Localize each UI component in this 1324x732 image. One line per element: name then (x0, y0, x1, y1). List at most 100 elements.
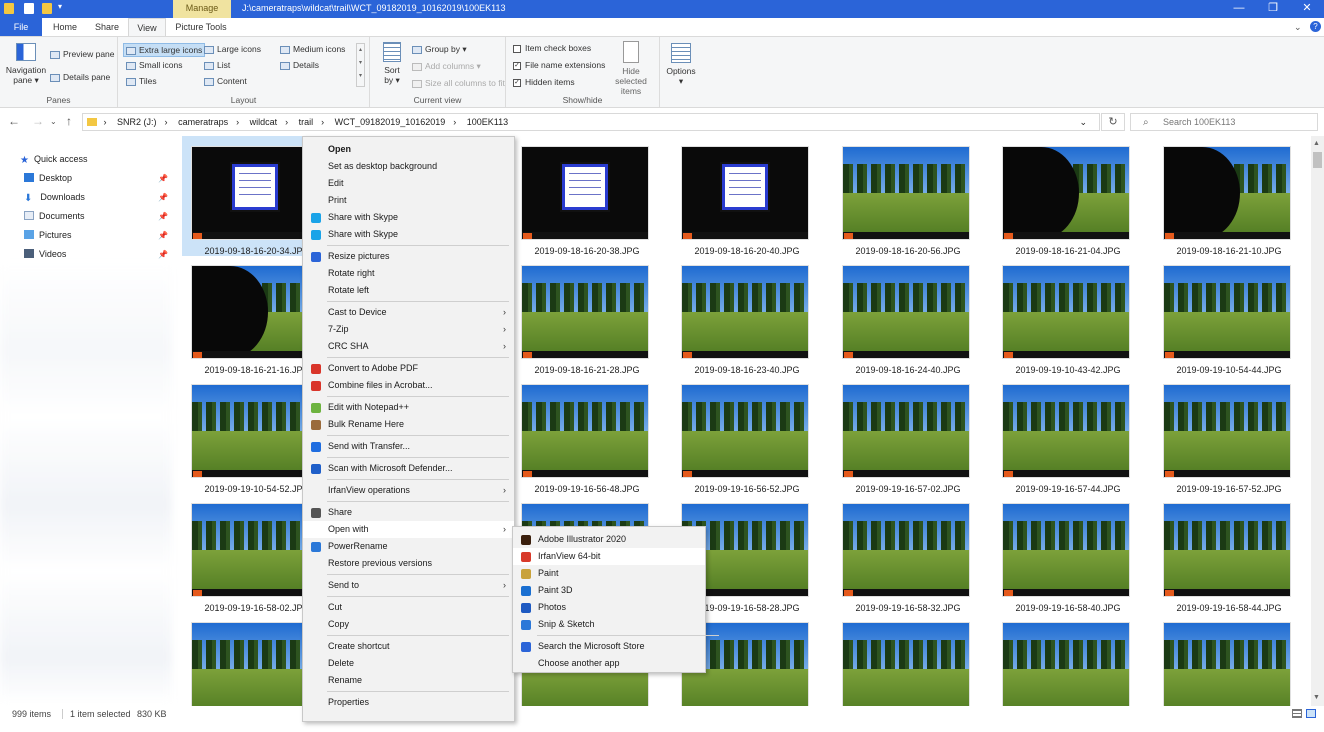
tiles-option[interactable]: Tiles (126, 76, 157, 86)
file-tile[interactable]: 2019-09-19-16-56-52.JPG (672, 374, 822, 494)
address-dropdown-icon[interactable]: ⌄ (1079, 114, 1087, 130)
group-by-button[interactable]: Group by ▾ (412, 44, 467, 55)
close-button[interactable]: ✕ (1290, 0, 1324, 18)
scroll-up-icon[interactable]: ▲ (1313, 140, 1320, 147)
menu-item-7-zip[interactable]: 7-Zip › (303, 321, 514, 338)
tab-share[interactable]: Share (86, 18, 128, 36)
small-icons-option[interactable]: Small icons (126, 60, 182, 70)
hide-selected-items-button[interactable]: Hide selected items (606, 41, 656, 96)
file-tile[interactable]: 2019-09-19-16-58-32.JPG (833, 493, 983, 613)
file-tile[interactable]: 2019-09-18-16-20-56.JPG (833, 136, 983, 256)
sidebar-item-desktop[interactable]: Desktop (24, 173, 72, 183)
sidebar-quick-access[interactable]: ★ Quick access (20, 154, 88, 166)
menu-item-convert-to-adobe-pdf[interactable]: Convert to Adobe PDF (303, 360, 514, 377)
file-tile[interactable]: 2019-09-18-16-21-28.JPG (512, 255, 662, 375)
options-button[interactable]: Options ▾ (666, 43, 696, 86)
scroll-down-icon[interactable]: ▼ (1313, 694, 1320, 701)
sidebar-item-downloads[interactable]: ⬇ Downloads (24, 192, 85, 204)
menu-item-print[interactable]: Print (303, 192, 514, 209)
menu-item-scan-with-microsoft-defender[interactable]: Scan with Microsoft Defender... (303, 460, 514, 477)
file-tile[interactable]: 2019-09-19-16-57-02.JPG (833, 374, 983, 494)
file-tile[interactable]: 2019-09-19-10-54-44.JPG (1154, 255, 1304, 375)
file-tile[interactable]: 2019-09-18-16-20-40.JPG (672, 136, 822, 256)
menu-item-search-the-microsoft-store[interactable]: Search the Microsoft Store (513, 638, 705, 655)
menu-item-powerrename[interactable]: PowerRename (303, 538, 514, 555)
menu-item-restore-previous-versions[interactable]: Restore previous versions (303, 555, 514, 572)
medium-icons-option[interactable]: Medium icons (280, 44, 345, 54)
menu-item-rotate-right[interactable]: Rotate right (303, 265, 514, 282)
refresh-button[interactable]: ↻ (1101, 113, 1125, 131)
menu-item-bulk-rename-here[interactable]: Bulk Rename Here (303, 416, 514, 433)
file-tile[interactable]: 2019-09-19-16-57-52.JPG (1154, 374, 1304, 494)
menu-item-copy[interactable]: Copy (303, 616, 514, 633)
breadcrumb-wildcat[interactable]: wildcat (250, 117, 278, 127)
menu-item-send-to[interactable]: Send to › (303, 577, 514, 594)
file-tile[interactable]: 2019-09-18-16-23-40.JPG (672, 255, 822, 375)
menu-item-resize-pictures[interactable]: Resize pictures (303, 248, 514, 265)
menu-item-paint[interactable]: Paint (513, 565, 705, 582)
breadcrumb-snr2[interactable]: SNR2 (J:) (117, 117, 157, 127)
menu-item-delete[interactable]: Delete (303, 655, 514, 672)
hidden-items-toggle[interactable]: ✓ Hidden items (513, 77, 575, 87)
menu-item-create-shortcut[interactable]: Create shortcut (303, 638, 514, 655)
menu-item-irfanview-64-bit[interactable]: IrfanView 64-bit (513, 548, 705, 565)
large-icons-option[interactable]: Large icons (204, 44, 261, 54)
sort-by-button[interactable]: Sort by ▾ (380, 42, 404, 85)
file-tile[interactable]: 2019-09-19-16-58-40.JPG (993, 493, 1143, 613)
menu-item-rotate-left[interactable]: Rotate left (303, 282, 514, 299)
add-columns-button[interactable]: Add columns ▾ (412, 61, 481, 72)
menu-item-share[interactable]: Share (303, 504, 514, 521)
file-tile[interactable]: 2019-09-19-16-58-44.JPG (1154, 493, 1304, 613)
pin-icon[interactable]: 📌 (158, 231, 168, 240)
manage-tab[interactable]: Manage (173, 0, 231, 18)
menu-item-paint-3d[interactable]: Paint 3D (513, 582, 705, 599)
extra-large-icons-option[interactable]: Extra large icons (123, 43, 206, 57)
minimize-button[interactable]: — (1222, 0, 1256, 18)
item-check-boxes-toggle[interactable]: Item check boxes (513, 43, 591, 53)
tab-home[interactable]: Home (44, 18, 86, 36)
expand-ribbon-icon[interactable]: ⌄ (1294, 22, 1302, 33)
menu-item-open[interactable]: Open (303, 141, 514, 158)
details-option[interactable]: Details (280, 60, 319, 70)
menu-item-crc-sha[interactable]: CRC SHA › (303, 338, 514, 355)
breadcrumb-100ek113[interactable]: 100EK113 (467, 117, 508, 127)
menu-item-cut[interactable]: Cut (303, 599, 514, 616)
recent-locations-icon[interactable]: ⌄ (50, 117, 57, 126)
layout-scroll[interactable]: ▴ ▾ ▾ (356, 43, 365, 87)
file-tile[interactable]: 2019-09-18-16-21-10.JPG (1154, 136, 1304, 256)
forward-button[interactable]: → (32, 114, 44, 128)
menu-item-open-with[interactable]: Open with › (303, 521, 514, 538)
menu-item-edit[interactable]: Edit (303, 175, 514, 192)
pin-icon[interactable]: 📌 (158, 193, 168, 202)
menu-item-share-with-skype[interactable]: Share with Skype (303, 209, 514, 226)
file-tile[interactable]: 2019-09-19-16-57-44.JPG (993, 374, 1143, 494)
file-name-extensions-toggle[interactable]: ✓ File name extensions (513, 60, 605, 70)
properties-icon[interactable] (24, 3, 34, 14)
navigation-pane-button[interactable]: Navigation pane ▾ (4, 43, 48, 86)
breadcrumb-trail[interactable]: trail (299, 117, 314, 127)
menu-item-share-with-skype[interactable]: Share with Skype (303, 226, 514, 243)
menu-item-combine-files-in-acrobat[interactable]: Combine files in Acrobat... (303, 377, 514, 394)
file-tile[interactable]: 2019-09-18-16-21-04.JPG (993, 136, 1143, 256)
preview-pane-button[interactable]: Preview pane (50, 49, 115, 59)
file-tile[interactable]: 2019-09-18-16-20-38.JPG (512, 136, 662, 256)
pin-icon[interactable]: 📌 (158, 212, 168, 221)
file-tile[interactable]: 2019-09-19-10-43-42.JPG (993, 255, 1143, 375)
menu-item-send-with-transfer[interactable]: Send with Transfer... (303, 438, 514, 455)
breadcrumb-wct[interactable]: WCT_09182019_10162019 (335, 117, 446, 127)
tab-file[interactable]: File (0, 18, 42, 36)
pin-icon[interactable]: 📌 (158, 174, 168, 183)
sidebar-item-pictures[interactable]: Pictures (24, 230, 72, 240)
details-pane-button[interactable]: Details pane (50, 72, 110, 82)
menu-item-edit-with-notepad[interactable]: Edit with Notepad++ (303, 399, 514, 416)
pin-icon[interactable]: 📌 (158, 250, 168, 259)
file-tile[interactable]: 2019-09-19-16-56-48.JPG (512, 374, 662, 494)
menu-item-cast-to-device[interactable]: Cast to Device › (303, 304, 514, 321)
file-tile[interactable]: 2019-09-18-16-24-40.JPG (833, 255, 983, 375)
maximize-button[interactable]: ❐ (1256, 0, 1290, 18)
list-option[interactable]: List (204, 60, 230, 70)
new-folder-icon[interactable] (42, 3, 52, 14)
customize-quick-access-icon[interactable]: ▾ (58, 2, 62, 11)
address-bar[interactable]: › SNR2 (J:) › cameratraps › wildcat › trail… (82, 113, 1100, 131)
help-icon[interactable]: ? (1310, 21, 1321, 32)
